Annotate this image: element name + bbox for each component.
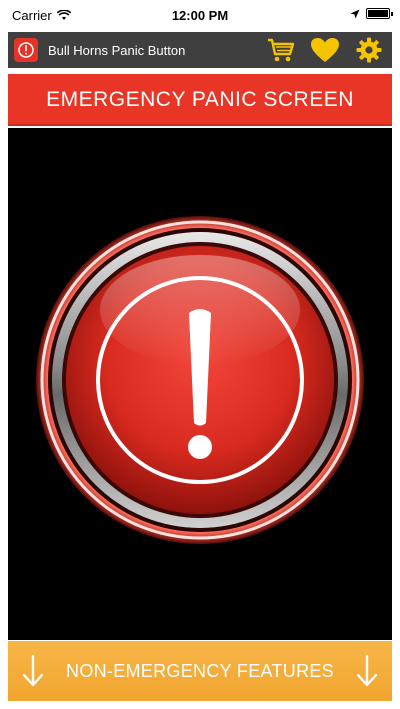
non-emergency-features-label: NON-EMERGENCY FEATURES	[66, 660, 334, 681]
screen-title-banner: EMERGENCY PANIC SCREEN	[8, 74, 392, 126]
app-screen: Carrier 12:00 PM Bull Horns Panic Button…	[0, 0, 400, 709]
app-logo-icon	[14, 38, 38, 62]
heart-icon	[311, 38, 339, 62]
settings-button[interactable]	[354, 35, 384, 65]
screen-title: EMERGENCY PANIC SCREEN	[46, 88, 354, 111]
non-emergency-features-button[interactable]: NON-EMERGENCY FEATURES	[8, 641, 392, 701]
status-time: 12:00 PM	[171, 8, 229, 23]
panic-area	[8, 128, 392, 640]
panic-button[interactable]	[35, 215, 365, 545]
status-bar: Carrier 12:00 PM	[0, 0, 400, 32]
status-right	[350, 8, 393, 19]
cart-icon	[268, 38, 295, 62]
app-header: Bull Horns Panic Button	[8, 32, 392, 68]
battery-icon	[366, 8, 393, 19]
gear-icon	[356, 37, 382, 63]
favorites-button[interactable]	[310, 35, 340, 65]
exclamation-dot	[188, 435, 212, 459]
arrow-down-icon	[18, 651, 48, 691]
arrow-down-icon	[352, 651, 382, 691]
cart-button[interactable]	[266, 35, 296, 65]
alert-circle-icon	[18, 42, 34, 58]
battery-fill	[368, 10, 388, 17]
location-arrow-icon	[350, 9, 360, 18]
app-title: Bull Horns Panic Button	[48, 42, 186, 58]
